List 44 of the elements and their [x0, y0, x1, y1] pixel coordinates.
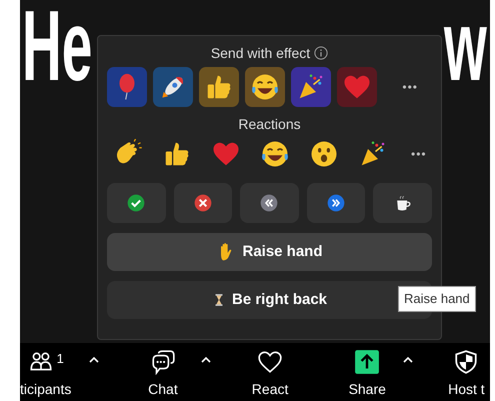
laughing-face-icon — [260, 139, 290, 169]
check-icon — [126, 193, 146, 213]
rewind-icon — [259, 193, 280, 213]
effect-button[interactable] — [291, 67, 331, 107]
effect-button[interactable] — [245, 67, 285, 107]
fast-forward-icon — [326, 193, 346, 213]
share-icon — [354, 349, 380, 375]
toolbar-label: Host t — [448, 380, 485, 399]
participant-count: 1 — [56, 350, 64, 368]
participant-name: w — [444, 0, 487, 96]
shield-icon — [453, 349, 480, 375]
share-button[interactable]: Share — [344, 349, 391, 400]
toolbar-label: Chat — [148, 380, 178, 399]
reaction-button[interactable] — [260, 139, 290, 169]
tooltip: Raise hand — [398, 286, 476, 312]
surprised-face-icon — [309, 139, 339, 169]
more-button[interactable]: ••• — [398, 78, 422, 96]
caret-button[interactable] — [402, 357, 413, 363]
caret-button[interactable] — [89, 357, 100, 363]
caret-icon — [200, 357, 211, 363]
chat-icon — [150, 349, 176, 375]
react-button[interactable]: React — [246, 349, 294, 400]
caret-icon — [89, 357, 100, 363]
heart-icon — [257, 349, 284, 375]
caret-button[interactable] — [200, 357, 211, 363]
participants-button[interactable]: 1 ticipants — [20, 349, 72, 400]
section-title: Send with effect — [210, 44, 310, 62]
laughing-face-icon — [250, 72, 280, 102]
host-button[interactable]: Host t — [442, 349, 490, 400]
more-button[interactable]: ••• — [407, 145, 431, 163]
caret-icon — [402, 357, 413, 363]
toolbar-label: Share — [348, 380, 386, 399]
x-icon — [192, 193, 213, 213]
chat-button[interactable]: Chat — [139, 349, 187, 400]
participant-name: He — [22, 0, 92, 96]
toolbar-label: ticipants — [20, 380, 72, 399]
section-title: Reactions — [237, 115, 302, 133]
raise-hand-button[interactable]: Raise hand — [107, 233, 432, 271]
info-icon[interactable] — [314, 46, 328, 60]
toolbar-label: React — [252, 380, 288, 399]
reaction-button[interactable] — [309, 139, 339, 169]
status-button[interactable] — [373, 183, 432, 223]
effect-button[interactable] — [153, 67, 193, 107]
effect-button[interactable] — [199, 67, 239, 107]
